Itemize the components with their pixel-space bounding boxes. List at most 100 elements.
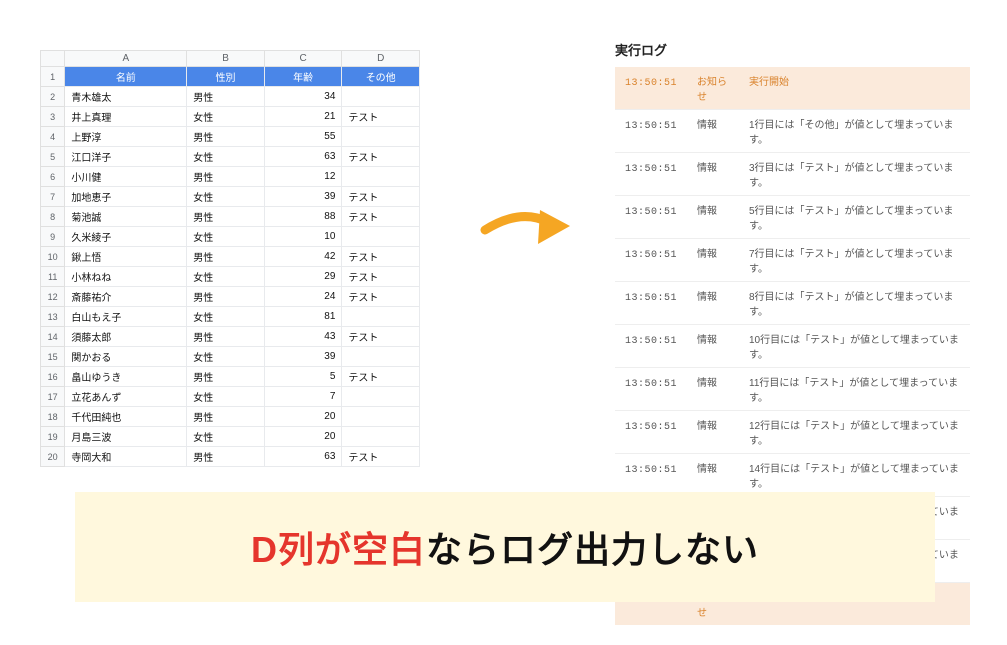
row-header[interactable]: 20 (41, 447, 65, 467)
cell-gender[interactable]: 女性 (187, 267, 265, 287)
cell-other[interactable] (342, 127, 420, 147)
cell-gender[interactable]: 男性 (187, 87, 265, 107)
cell-age[interactable]: 20 (264, 407, 342, 427)
cell-other[interactable]: テスト (342, 107, 420, 127)
cell-age[interactable]: 55 (264, 127, 342, 147)
cell-name[interactable]: 畠山ゆうき (65, 367, 187, 387)
cell-other[interactable] (342, 347, 420, 367)
col-header-c[interactable]: C (264, 51, 342, 67)
cell-gender[interactable]: 男性 (187, 287, 265, 307)
col-header-a[interactable]: A (65, 51, 187, 67)
cell-gender[interactable]: 男性 (187, 127, 265, 147)
row-header[interactable]: 18 (41, 407, 65, 427)
row-header[interactable]: 8 (41, 207, 65, 227)
cell-other[interactable] (342, 167, 420, 187)
cell-name[interactable]: 立花あんず (65, 387, 187, 407)
cell-gender[interactable]: 男性 (187, 247, 265, 267)
cell-gender[interactable]: 男性 (187, 207, 265, 227)
spreadsheet[interactable]: A B C D 1名前性別年齢その他2青木雄太男性343井上真理女性21テスト4… (40, 50, 420, 467)
cell-gender[interactable]: 女性 (187, 347, 265, 367)
cell-gender[interactable]: 女性 (187, 387, 265, 407)
cell-age[interactable]: 21 (264, 107, 342, 127)
row-header[interactable]: 13 (41, 307, 65, 327)
cell-age[interactable]: 43 (264, 327, 342, 347)
row-header[interactable]: 4 (41, 127, 65, 147)
cell-age[interactable]: 24 (264, 287, 342, 307)
cell-age[interactable]: 34 (264, 87, 342, 107)
cell-age[interactable]: 63 (264, 447, 342, 467)
cell-name[interactable]: 小林ねね (65, 267, 187, 287)
col-header-d[interactable]: D (342, 51, 420, 67)
cell-age[interactable]: 10 (264, 227, 342, 247)
cell-other[interactable]: テスト (342, 367, 420, 387)
cell-gender[interactable]: 男性 (187, 447, 265, 467)
cell-name[interactable]: 井上真理 (65, 107, 187, 127)
row-header[interactable]: 15 (41, 347, 65, 367)
cell-other[interactable]: テスト (342, 247, 420, 267)
cell-other[interactable]: テスト (342, 447, 420, 467)
row-header[interactable]: 11 (41, 267, 65, 287)
cell-other[interactable]: テスト (342, 287, 420, 307)
cell-other[interactable] (342, 87, 420, 107)
row-header[interactable]: 6 (41, 167, 65, 187)
cell-name[interactable]: 青木雄太 (65, 87, 187, 107)
cell-age[interactable]: 7 (264, 387, 342, 407)
cell-name[interactable]: 関かおる (65, 347, 187, 367)
cell-age[interactable]: 39 (264, 347, 342, 367)
cell-other[interactable]: テスト (342, 327, 420, 347)
select-all-corner[interactable] (41, 51, 65, 67)
cell-name[interactable]: 須藤太郎 (65, 327, 187, 347)
cell-gender[interactable]: 女性 (187, 107, 265, 127)
cell-age[interactable]: 29 (264, 267, 342, 287)
cell-other[interactable]: テスト (342, 207, 420, 227)
cell-name[interactable]: 白山もえ子 (65, 307, 187, 327)
cell-age[interactable]: 5 (264, 367, 342, 387)
row-header[interactable]: 19 (41, 427, 65, 447)
cell-name[interactable]: 加地恵子 (65, 187, 187, 207)
cell-other[interactable] (342, 387, 420, 407)
cell-gender[interactable]: 男性 (187, 407, 265, 427)
cell-name[interactable]: 月島三波 (65, 427, 187, 447)
cell-name[interactable]: 鍬上悟 (65, 247, 187, 267)
cell-age[interactable]: 20 (264, 427, 342, 447)
cell-name[interactable]: 菊池誠 (65, 207, 187, 227)
cell-name[interactable]: 小川健 (65, 167, 187, 187)
header-gender[interactable]: 性別 (187, 67, 265, 87)
row-header[interactable]: 14 (41, 327, 65, 347)
row-header[interactable]: 12 (41, 287, 65, 307)
cell-other[interactable] (342, 307, 420, 327)
row-header[interactable]: 5 (41, 147, 65, 167)
cell-name[interactable]: 久米綾子 (65, 227, 187, 247)
cell-age[interactable]: 12 (264, 167, 342, 187)
cell-gender[interactable]: 男性 (187, 327, 265, 347)
cell-other[interactable]: テスト (342, 147, 420, 167)
header-other[interactable]: その他 (342, 67, 420, 87)
cell-age[interactable]: 63 (264, 147, 342, 167)
cell-other[interactable] (342, 407, 420, 427)
cell-other[interactable]: テスト (342, 187, 420, 207)
cell-age[interactable]: 88 (264, 207, 342, 227)
cell-gender[interactable]: 女性 (187, 427, 265, 447)
cell-gender[interactable]: 女性 (187, 227, 265, 247)
row-header[interactable]: 17 (41, 387, 65, 407)
row-header[interactable]: 3 (41, 107, 65, 127)
cell-name[interactable]: 江口洋子 (65, 147, 187, 167)
row-header[interactable]: 9 (41, 227, 65, 247)
header-age[interactable]: 年齢 (264, 67, 342, 87)
header-name[interactable]: 名前 (65, 67, 187, 87)
cell-name[interactable]: 上野淳 (65, 127, 187, 147)
cell-other[interactable] (342, 227, 420, 247)
cell-age[interactable]: 81 (264, 307, 342, 327)
row-header[interactable]: 2 (41, 87, 65, 107)
row-header[interactable]: 10 (41, 247, 65, 267)
cell-age[interactable]: 39 (264, 187, 342, 207)
cell-gender[interactable]: 女性 (187, 307, 265, 327)
col-header-b[interactable]: B (187, 51, 265, 67)
cell-gender[interactable]: 女性 (187, 187, 265, 207)
cell-other[interactable]: テスト (342, 267, 420, 287)
cell-name[interactable]: 千代田純也 (65, 407, 187, 427)
cell-age[interactable]: 42 (264, 247, 342, 267)
cell-gender[interactable]: 女性 (187, 147, 265, 167)
row-header[interactable]: 1 (41, 67, 65, 87)
cell-other[interactable] (342, 427, 420, 447)
